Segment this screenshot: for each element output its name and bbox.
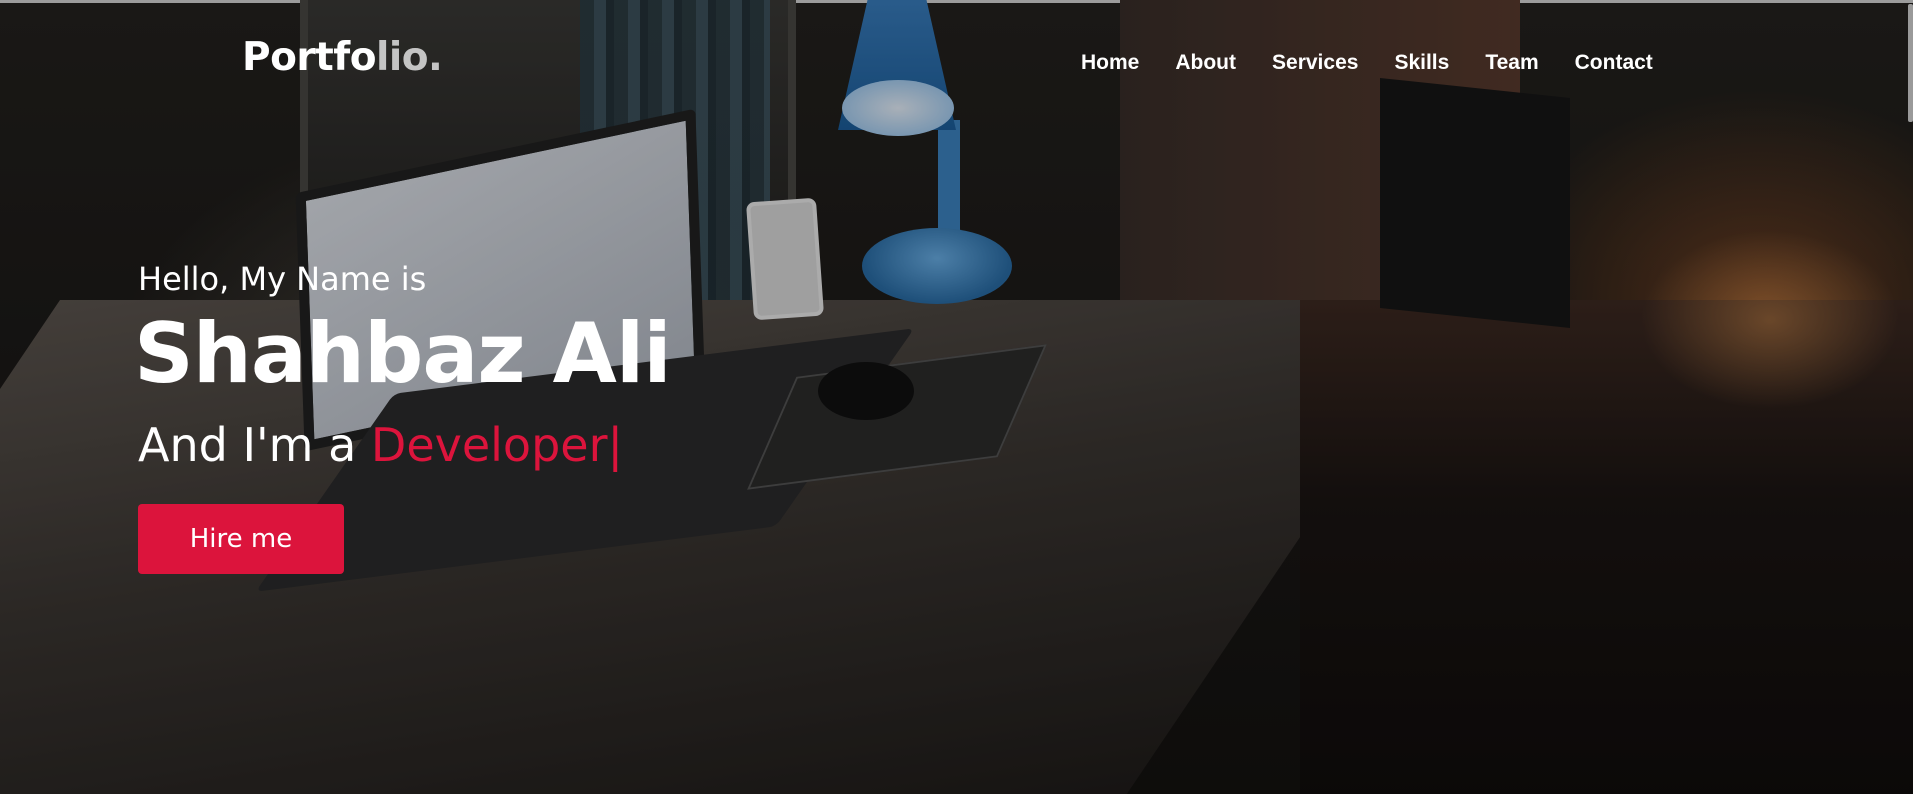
role-prefix: And I'm a [138, 418, 371, 472]
hero-section: Portfolio. Home About Services Skills Te… [0, 0, 1913, 794]
nav-about[interactable]: About [1175, 52, 1236, 73]
typed-role: Developer [370, 418, 608, 472]
nav-team[interactable]: Team [1485, 52, 1538, 73]
hero-greeting: Hello, My Name is [138, 260, 427, 298]
hero-role-line: And I'm a Developer| [138, 422, 623, 468]
logo-accent: lio. [376, 35, 443, 80]
typing-cursor: | [607, 418, 624, 472]
nav-contact[interactable]: Contact [1575, 52, 1653, 73]
nav-home[interactable]: Home [1081, 52, 1139, 73]
hero-name: Shahbaz Ali [134, 305, 672, 402]
nav-services[interactable]: Services [1272, 52, 1358, 73]
hire-me-button[interactable]: Hire me [138, 504, 344, 574]
site-logo[interactable]: Portfolio. [242, 35, 443, 80]
scrollbar-thumb[interactable] [1908, 4, 1913, 122]
main-nav: Home About Services Skills Team Contact [1081, 52, 1689, 73]
nav-skills[interactable]: Skills [1394, 52, 1449, 73]
logo-main: Portfo [242, 35, 377, 80]
